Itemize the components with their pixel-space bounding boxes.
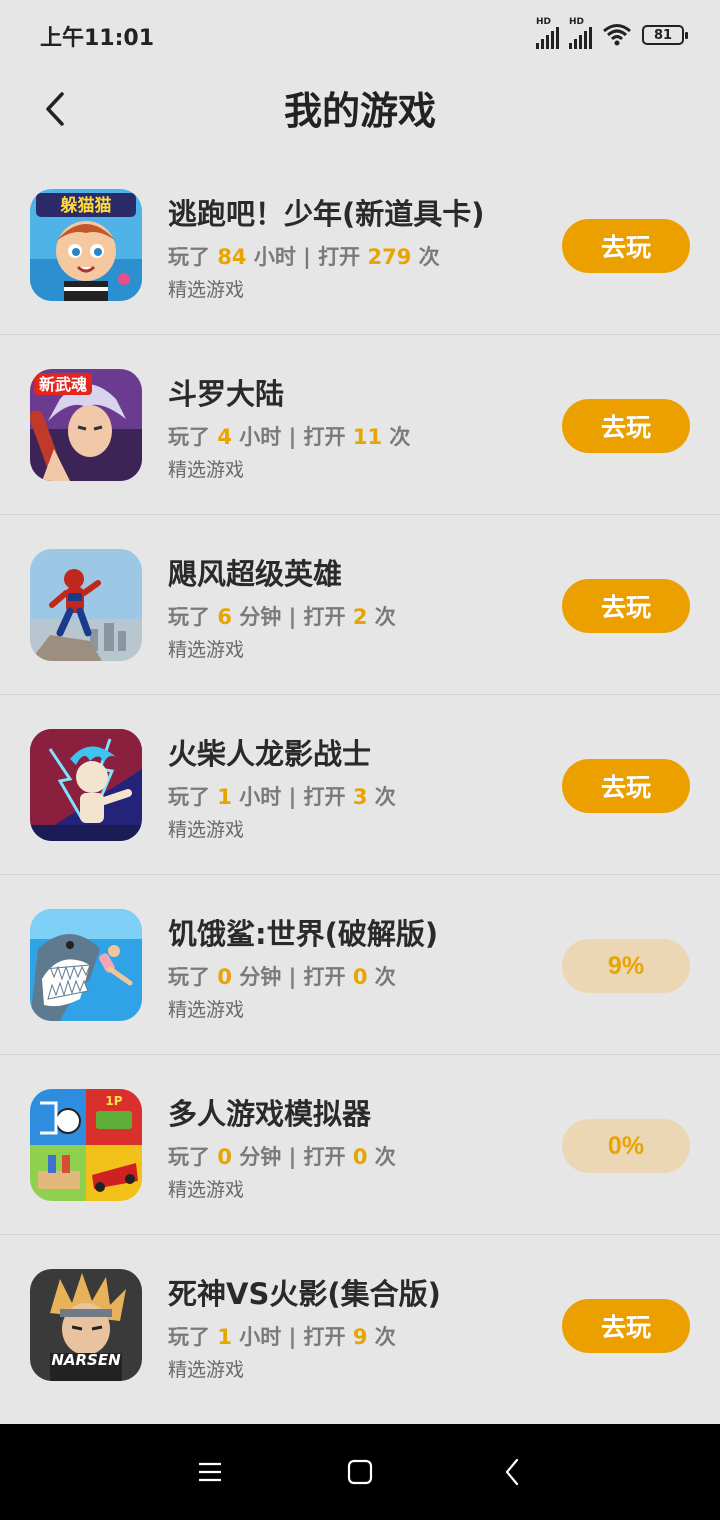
list-item[interactable]: 新武魂 斗罗大陆 玩了 4 小时 | 打开 11 次 精选游戏 去玩 bbox=[0, 335, 720, 515]
back-icon[interactable] bbox=[492, 1452, 532, 1492]
game-category: 精选游戏 bbox=[168, 279, 245, 301]
game-list: 躲猫猫 逃跑吧！少年(新道具卡) 玩了 84 小时 | 打开 279 次 精选游… bbox=[0, 155, 720, 1415]
game-name: 死神VS火影(集合版) bbox=[168, 1277, 441, 1311]
game-stats: 玩了 1 小时 | 打开 3 次 bbox=[168, 785, 396, 809]
play-button[interactable]: 去玩 bbox=[562, 399, 690, 453]
game-stats: 玩了 84 小时 | 打开 279 次 bbox=[168, 245, 440, 269]
status-time: 上午11:01 bbox=[40, 26, 155, 51]
game-category: 精选游戏 bbox=[168, 639, 245, 661]
game-category: 精选游戏 bbox=[168, 1179, 245, 1201]
cartoon-boy-icon[interactable]: 躲猫猫 bbox=[30, 189, 142, 301]
game-stats: 玩了 0 分钟 | 打开 0 次 bbox=[168, 965, 396, 989]
menu-icon[interactable] bbox=[190, 1452, 230, 1492]
battery-icon: 81 bbox=[642, 25, 688, 45]
spider-hero-icon[interactable] bbox=[30, 549, 142, 661]
wifi-icon bbox=[603, 24, 631, 46]
game-category: 精选游戏 bbox=[168, 459, 245, 481]
download-progress-button[interactable]: 0% bbox=[562, 1119, 690, 1173]
game-stats: 玩了 1 小时 | 打开 9 次 bbox=[168, 1325, 396, 1349]
play-button[interactable]: 去玩 bbox=[562, 759, 690, 813]
download-progress-button[interactable]: 9% bbox=[562, 939, 690, 993]
play-button[interactable]: 去玩 bbox=[562, 1299, 690, 1353]
home-icon[interactable] bbox=[340, 1452, 380, 1492]
shark-icon[interactable] bbox=[30, 909, 142, 1021]
system-nav-bar bbox=[0, 1424, 720, 1520]
game-stats: 玩了 0 分钟 | 打开 0 次 bbox=[168, 1145, 396, 1169]
minigames-grid-icon[interactable]: 1P bbox=[30, 1089, 142, 1201]
game-category: 精选游戏 bbox=[168, 999, 245, 1021]
game-name: 逃跑吧！少年(新道具卡) bbox=[168, 197, 485, 231]
signal-icon: HD bbox=[569, 17, 592, 49]
game-category: 精选游戏 bbox=[168, 1359, 245, 1381]
list-item[interactable]: 飓风超级英雄 玩了 6 分钟 | 打开 2 次 精选游戏 去玩 bbox=[0, 515, 720, 695]
status-icons: HD HD 81 bbox=[536, 17, 688, 50]
game-name: 火柴人龙影战士 bbox=[168, 737, 372, 771]
list-item[interactable]: NARSEN 死神VS火影(集合版) 玩了 1 小时 | 打开 9 次 精选游戏… bbox=[0, 1235, 720, 1415]
anime-hero-icon[interactable]: 新武魂 bbox=[30, 369, 142, 481]
svg-text:躲猫猫: 躲猫猫 bbox=[61, 195, 112, 216]
ninja-icon[interactable]: NARSEN bbox=[30, 1269, 142, 1381]
status-bar: 上午11:01 HD HD 81 bbox=[0, 0, 720, 70]
svg-text:1P: 1P bbox=[105, 1094, 122, 1108]
play-button[interactable]: 去玩 bbox=[562, 219, 690, 273]
game-name: 飓风超级英雄 bbox=[168, 557, 343, 591]
list-item[interactable]: 饥饿鲨:世界(破解版) 玩了 0 分钟 | 打开 0 次 精选游戏 9% bbox=[0, 875, 720, 1055]
game-category: 精选游戏 bbox=[168, 819, 245, 841]
svg-text:新武魂: 新武魂 bbox=[39, 375, 87, 394]
game-name: 饥饿鲨:世界(破解版) bbox=[168, 917, 439, 951]
svg-text:NARSEN: NARSEN bbox=[51, 1351, 121, 1369]
signal-icon: HD bbox=[536, 17, 559, 49]
game-name: 斗罗大陆 bbox=[168, 377, 285, 411]
header: 我的游戏 bbox=[0, 70, 720, 150]
game-stats: 玩了 4 小时 | 打开 11 次 bbox=[168, 425, 411, 449]
game-name: 多人游戏模拟器 bbox=[168, 1097, 372, 1131]
game-stats: 玩了 6 分钟 | 打开 2 次 bbox=[168, 605, 396, 629]
list-item[interactable]: 火柴人龙影战士 玩了 1 小时 | 打开 3 次 精选游戏 去玩 bbox=[0, 695, 720, 875]
list-item[interactable]: 1P 多人游戏模拟器 玩了 0 分钟 | 打开 0 次 精选游戏 0% bbox=[0, 1055, 720, 1235]
stickman-warrior-icon[interactable] bbox=[30, 729, 142, 841]
page-title: 我的游戏 bbox=[283, 89, 436, 133]
play-button[interactable]: 去玩 bbox=[562, 579, 690, 633]
list-item[interactable]: 躲猫猫 逃跑吧！少年(新道具卡) 玩了 84 小时 | 打开 279 次 精选游… bbox=[0, 155, 720, 335]
